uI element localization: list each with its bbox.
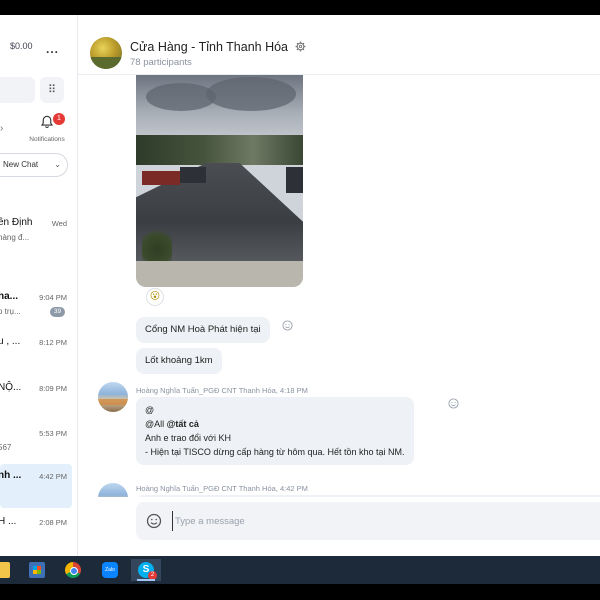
contacts-icon[interactable]: › (0, 123, 3, 134)
zalo-icon: Zalo (102, 562, 118, 578)
photo-truck (142, 171, 180, 185)
mention-everyone[interactable]: @tất cả (167, 419, 199, 429)
chat-time: Wed (51, 219, 67, 228)
chat-time: 5:53 PM (39, 429, 67, 438)
message-line: Anh e trao đổi với KH (145, 433, 231, 443)
notification-badge: 1 (53, 113, 65, 125)
gear-icon[interactable] (295, 41, 306, 52)
chevron-down-icon: ⌄ (54, 160, 61, 169)
message-line: @All @tất cả (145, 417, 405, 431)
skype-button[interactable]: S 2 (131, 559, 161, 581)
new-chat-button[interactable]: New Chat ⌄ (0, 153, 68, 177)
chat-list-item[interactable]: NỘ... 8:09 PM (0, 376, 72, 420)
store-icon (29, 562, 45, 578)
chat-name: ền Định (0, 217, 33, 228)
conversation-header: Cửa Hàng - Tỉnh Thanh Hóa 78 participant… (78, 15, 600, 75)
folder-icon (0, 562, 10, 578)
chat-time: 8:12 PM (39, 338, 67, 347)
photo-curb (136, 261, 303, 287)
chat-name: NỘ... (0, 382, 22, 393)
chrome-button[interactable] (58, 559, 88, 581)
conversation-pane: Cửa Hàng - Tỉnh Thanh Hóa 78 participant… (78, 15, 600, 556)
chrome-icon (65, 562, 81, 578)
group-avatar[interactable] (90, 37, 122, 69)
new-chat-label: New Chat (3, 160, 39, 169)
notifications-label: Notifications (29, 136, 65, 143)
chat-time: 9:04 PM (39, 293, 67, 302)
participants-count[interactable]: 78 participants (130, 57, 192, 68)
sender-name-time: Hoàng Nghĩa Tuấn_PGĐ CNT Thanh Hóa, 4:42… (136, 484, 308, 493)
add-reaction-icon[interactable] (448, 396, 459, 409)
store-button[interactable] (22, 559, 52, 581)
message-input[interactable] (172, 511, 472, 531)
message-text: Lốt khoảng 1km (145, 355, 213, 366)
dialpad-icon: ⠿ (47, 84, 57, 96)
chat-preview: 567 (0, 443, 12, 452)
mention-all: @All (145, 419, 167, 429)
add-reaction-icon[interactable] (282, 318, 293, 331)
chat-name: u , ... (0, 336, 21, 347)
photo-cloud (146, 83, 216, 111)
skype-window: $0.00 ... ⠿ › 1 Notifications New Chat ⌄… (0, 15, 600, 556)
search-input[interactable] (0, 77, 35, 103)
message-bubble[interactable]: Lốt khoảng 1km (136, 348, 222, 374)
zalo-button[interactable]: Zalo (95, 559, 125, 581)
chat-list-item[interactable]: u , ... 8:12 PM (0, 330, 72, 374)
chat-preview: hàng đ... (0, 233, 30, 242)
group-name: Cửa Hàng - Tỉnh Thanh Hóa (130, 40, 288, 54)
sidebar: $0.00 ... ⠿ › 1 Notifications New Chat ⌄… (0, 15, 78, 556)
message-line: - Hiện tại TISCO dừng cấp hàng từ hôm qu… (145, 447, 405, 457)
sender-name-time: Hoàng Nghĩa Tuấn_PGĐ CNT Thanh Hóa, 4:18… (136, 386, 308, 395)
emoji-icon[interactable] (146, 513, 162, 529)
group-title[interactable]: Cửa Hàng - Tỉnh Thanh Hóa (130, 40, 306, 54)
chat-name: nh ... (0, 470, 22, 481)
photo-truck (180, 167, 206, 183)
sender-avatar[interactable] (98, 382, 128, 412)
chat-name: H ... (0, 516, 17, 527)
photo-trees (136, 135, 303, 165)
chat-time: 2:08 PM (39, 518, 67, 527)
chat-list-item-active[interactable]: nh ... 4:42 PM (0, 464, 72, 508)
taskbar: Zalo S 2 (0, 556, 600, 584)
chat-name: ha... (0, 291, 19, 302)
photo-truck (286, 167, 303, 193)
message-line: @ (145, 405, 155, 415)
chat-time: 4:42 PM (39, 472, 67, 481)
message-bubble[interactable]: @ (136, 495, 600, 497)
chat-time: 8:09 PM (39, 384, 67, 393)
message-composer (136, 502, 600, 540)
balance-amount[interactable]: $0.00 (10, 41, 33, 51)
photo-cloud (206, 77, 296, 111)
photo-message[interactable] (136, 75, 303, 287)
skype-badge: 2 (148, 571, 157, 580)
photo-plant (142, 225, 172, 265)
message-list: 😮 Cổng NM Hoà Phát hiện tại Lốt khoảng 1… (78, 75, 600, 497)
message-bubble[interactable]: Cổng NM Hoà Phát hiện tại (136, 317, 270, 343)
more-options-button[interactable]: ... (46, 42, 59, 56)
notifications-button[interactable]: 1 Notifications (24, 113, 70, 143)
chat-list-item[interactable]: H ... 2:08 PM (0, 510, 72, 554)
surprised-reaction-icon[interactable]: 😮 (146, 288, 164, 306)
chat-list-item[interactable]: ha... 9:04 PM o trụ... 39 (0, 285, 72, 329)
unread-count-badge: 39 (50, 307, 65, 317)
sender-avatar[interactable] (98, 483, 128, 497)
chat-list-item[interactable]: 5:53 PM 567 (0, 421, 72, 465)
message-text: Cổng NM Hoà Phát hiện tại (145, 324, 261, 335)
dialpad-button[interactable]: ⠿ (40, 77, 64, 103)
chat-preview: o trụ... (0, 307, 21, 316)
message-bubble[interactable]: @ @All @tất cả Anh e trao đổi với KH - H… (136, 397, 414, 465)
chat-list-item[interactable]: ền Định Wed hàng đ... (0, 211, 72, 255)
bell-icon (40, 115, 54, 129)
